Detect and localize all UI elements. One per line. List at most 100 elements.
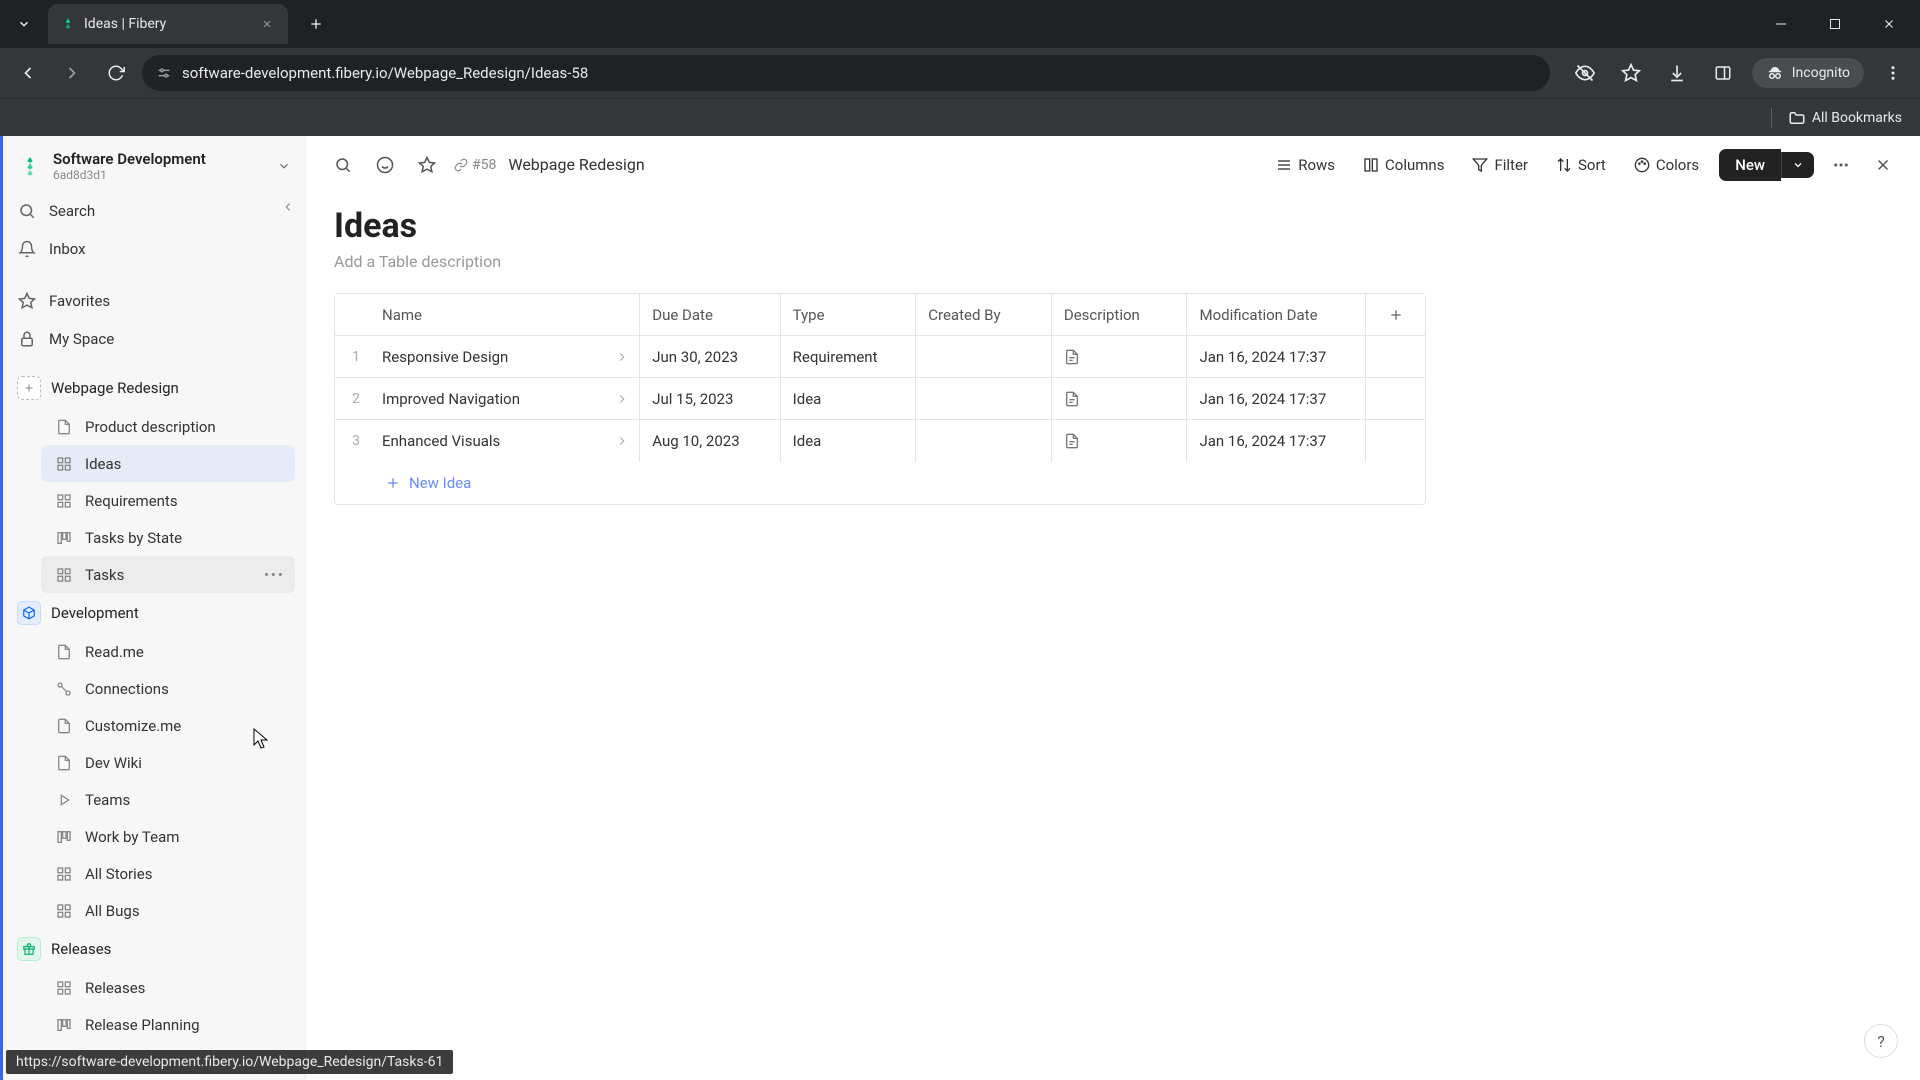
tab-close-icon[interactable] bbox=[258, 15, 276, 33]
cell-name[interactable]: Enhanced Visuals bbox=[370, 420, 640, 462]
cell-created-by[interactable] bbox=[916, 378, 1052, 419]
page-title[interactable]: Ideas bbox=[334, 206, 1892, 246]
cell-due-date[interactable]: Jun 30, 2023 bbox=[640, 336, 780, 377]
col-name[interactable]: Name bbox=[370, 294, 640, 335]
cell-modification-date[interactable]: Jan 16, 2024 17:37 bbox=[1187, 336, 1366, 377]
section-development[interactable]: Development bbox=[3, 593, 305, 633]
section-webpage-redesign[interactable]: Webpage Redesign bbox=[3, 368, 305, 408]
rows-button[interactable]: Rows bbox=[1268, 150, 1343, 180]
sidebar-item[interactable]: Ideas bbox=[41, 445, 295, 482]
url-field[interactable]: software-development.fibery.io/Webpage_R… bbox=[142, 55, 1550, 91]
cell-modification-date[interactable]: Jan 16, 2024 17:37 bbox=[1187, 378, 1366, 419]
col-description[interactable]: Description bbox=[1052, 294, 1188, 335]
favorite-star-button[interactable] bbox=[412, 150, 442, 180]
sidebar-item[interactable]: Tasks••• bbox=[41, 556, 295, 593]
sidebar-item[interactable]: All Bugs bbox=[41, 892, 295, 929]
back-button[interactable] bbox=[10, 55, 46, 91]
col-created-by[interactable]: Created By bbox=[916, 294, 1052, 335]
open-entity-icon[interactable] bbox=[615, 434, 629, 448]
close-panel-button[interactable] bbox=[1868, 150, 1898, 180]
myspace-button[interactable]: My Space bbox=[3, 320, 305, 358]
forward-button[interactable] bbox=[54, 55, 90, 91]
colors-button[interactable]: Colors bbox=[1626, 150, 1707, 180]
reload-button[interactable] bbox=[98, 55, 134, 91]
cell-name[interactable]: Responsive Design bbox=[370, 336, 640, 377]
sidebar-item[interactable]: Releases bbox=[41, 969, 295, 1006]
emoji-button[interactable] bbox=[370, 150, 400, 180]
sidebar-item[interactable]: Tasks by State bbox=[41, 519, 295, 556]
sidebar-item-label: All Stories bbox=[85, 865, 152, 883]
maximize-button[interactable] bbox=[1812, 4, 1858, 44]
table-row[interactable]: 2Improved NavigationJul 15, 2023IdeaJan … bbox=[335, 378, 1425, 420]
sidebar-item[interactable]: Connections bbox=[41, 670, 295, 707]
sidebar-item[interactable]: Product description bbox=[41, 408, 295, 445]
cell-due-date[interactable]: Jul 15, 2023 bbox=[640, 378, 780, 419]
sidebar-item[interactable]: Release Planning bbox=[41, 1006, 295, 1043]
table-row[interactable]: 3Enhanced VisualsAug 10, 2023IdeaJan 16,… bbox=[335, 420, 1425, 462]
cell-description[interactable] bbox=[1052, 336, 1188, 377]
tabs-dropdown[interactable] bbox=[8, 8, 40, 40]
sidebar-item[interactable]: Read.me bbox=[41, 633, 295, 670]
cell-description[interactable] bbox=[1052, 378, 1188, 419]
sidebar-item[interactable]: Requirements bbox=[41, 482, 295, 519]
inbox-button[interactable]: Inbox bbox=[3, 230, 305, 268]
more-button[interactable] bbox=[1826, 150, 1856, 180]
add-column-button[interactable] bbox=[1366, 294, 1425, 335]
cell-due-date[interactable]: Aug 10, 2023 bbox=[640, 420, 780, 462]
search-button[interactable]: Search bbox=[3, 192, 305, 230]
favorites-button[interactable]: Favorites bbox=[3, 282, 305, 320]
filter-button[interactable]: Filter bbox=[1464, 150, 1536, 180]
columns-button[interactable]: Columns bbox=[1355, 150, 1452, 180]
search-button[interactable] bbox=[328, 150, 358, 180]
col-due-date[interactable]: Due Date bbox=[640, 294, 780, 335]
cell-name[interactable]: Improved Navigation bbox=[370, 378, 640, 419]
item-more-icon[interactable]: ••• bbox=[264, 566, 285, 584]
cell-type[interactable]: Idea bbox=[781, 420, 917, 462]
workspace-switcher[interactable]: Software Development 6ad8d3d1 bbox=[3, 136, 305, 192]
new-tab-button[interactable] bbox=[300, 8, 332, 40]
breadcrumb[interactable]: Webpage Redesign bbox=[508, 155, 644, 174]
side-panel-icon[interactable] bbox=[1706, 56, 1740, 90]
bookmark-star-icon[interactable] bbox=[1614, 56, 1648, 90]
sort-button[interactable]: Sort bbox=[1548, 150, 1614, 180]
cell-created-by[interactable] bbox=[916, 420, 1052, 462]
sidebar-item[interactable]: Work by Team bbox=[41, 818, 295, 855]
cell-description[interactable] bbox=[1052, 420, 1188, 462]
cell-type[interactable]: Requirement bbox=[781, 336, 917, 377]
page-description[interactable]: Add a Table description bbox=[334, 252, 1892, 271]
cell-type[interactable]: Idea bbox=[781, 378, 917, 419]
downloads-icon[interactable] bbox=[1660, 56, 1694, 90]
browser-tab[interactable]: Ideas | Fibery bbox=[48, 4, 288, 44]
sidebar-item[interactable]: Dev Wiki bbox=[41, 744, 295, 781]
new-row-button[interactable]: New Idea bbox=[335, 462, 1425, 504]
close-window-button[interactable] bbox=[1866, 4, 1912, 44]
all-bookmarks-button[interactable]: All Bookmarks bbox=[1788, 109, 1902, 127]
cell-created-by[interactable] bbox=[916, 336, 1052, 377]
workspace-name: Software Development bbox=[53, 150, 267, 168]
sidebar-item[interactable]: Teams bbox=[41, 781, 295, 818]
collapse-sidebar-icon[interactable] bbox=[281, 200, 295, 214]
new-dropdown[interactable] bbox=[1781, 152, 1814, 178]
minimize-button[interactable] bbox=[1758, 4, 1804, 44]
new-button[interactable]: New bbox=[1719, 149, 1781, 181]
section-webpage-children: Product descriptionIdeasRequirementsTask… bbox=[3, 408, 305, 593]
open-entity-icon[interactable] bbox=[615, 392, 629, 406]
cell-blank bbox=[1366, 420, 1425, 462]
col-modification-date[interactable]: Modification Date bbox=[1187, 294, 1366, 335]
incognito-chip[interactable]: Incognito bbox=[1752, 58, 1864, 88]
eye-off-icon[interactable] bbox=[1568, 56, 1602, 90]
open-entity-icon[interactable] bbox=[615, 350, 629, 364]
table-row[interactable]: 1Responsive DesignJun 30, 2023Requiremen… bbox=[335, 336, 1425, 378]
col-type[interactable]: Type bbox=[781, 294, 917, 335]
help-fab[interactable]: ? bbox=[1864, 1024, 1898, 1058]
main-panel: #58 Webpage Redesign Rows Columns Filter… bbox=[306, 136, 1920, 1080]
entity-link[interactable]: #58 bbox=[454, 157, 496, 173]
site-settings-icon[interactable] bbox=[156, 65, 172, 81]
sidebar-item[interactable]: Customize.me bbox=[41, 707, 295, 744]
sidebar-item-label: Release Planning bbox=[85, 1016, 200, 1034]
sidebar-item[interactable]: All Stories bbox=[41, 855, 295, 892]
section-releases[interactable]: Releases bbox=[3, 929, 305, 969]
section-label: Development bbox=[51, 604, 139, 622]
browser-menu-icon[interactable] bbox=[1876, 56, 1910, 90]
cell-modification-date[interactable]: Jan 16, 2024 17:37 bbox=[1187, 420, 1366, 462]
